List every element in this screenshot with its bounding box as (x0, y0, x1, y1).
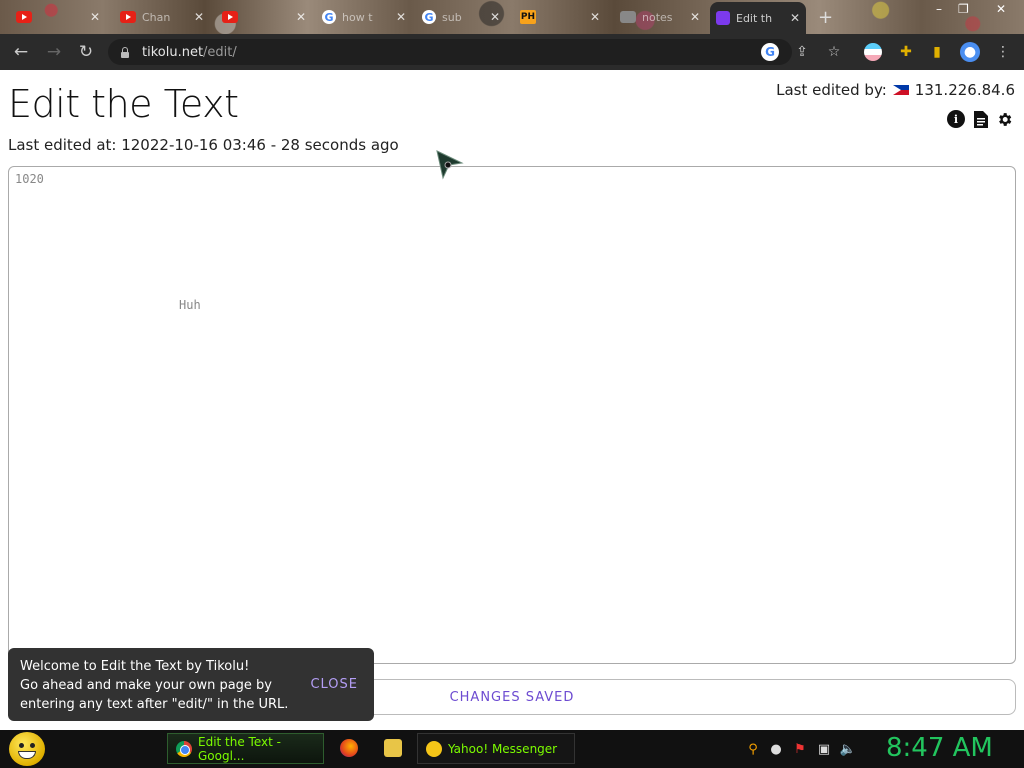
philippines-flag-icon (892, 85, 909, 95)
last-edited-at: Last edited at: 12022-10-16 03:46 - 28 s… (8, 136, 399, 154)
close-icon[interactable]: ✕ (690, 10, 700, 24)
tray-app-icon[interactable]: ● (768, 741, 784, 757)
reload-icon[interactable]: ↻ (76, 42, 96, 62)
url-host: tikolu.net (142, 44, 204, 60)
volume-icon[interactable]: 🔈 (840, 741, 856, 757)
tab-label: Chan (142, 10, 171, 24)
taskbar-item-label: Edit the Text - Googl... (198, 734, 281, 763)
puzzle-icon[interactable]: ✚ (897, 43, 915, 61)
taskbar: Edit the Text - Googl... Yahoo! Messenge… (0, 730, 1024, 768)
back-icon[interactable]: ← (11, 42, 31, 62)
info-icon[interactable]: i (947, 110, 965, 128)
start-button-smiley-icon[interactable] (9, 732, 45, 766)
close-icon[interactable]: ✕ (490, 10, 500, 24)
browser-toolbar: ← → ↻ tikolu.net/edit/ G ⇪ ☆ ✚ ▮ ● ⋮ (0, 34, 1024, 70)
google-lens-icon[interactable]: G (761, 43, 779, 61)
toast-close-button[interactable]: CLOSE (310, 675, 358, 694)
editor-line: 1020 (15, 172, 44, 186)
new-tab-icon[interactable]: + (818, 7, 833, 28)
close-icon[interactable]: ✕ (396, 10, 406, 24)
tab-google-1[interactable]: G how t ✕ (316, 4, 412, 30)
profile-avatar-icon[interactable]: ● (960, 42, 980, 62)
page-title: Edit the Text (8, 82, 239, 126)
editor-line: Huh (179, 298, 201, 312)
tab-youtube-2[interactable]: Chan ✕ (114, 4, 210, 30)
tab-notes[interactable]: notes ✕ (614, 4, 706, 30)
toast-line: Go ahead and make your own page by (20, 678, 272, 693)
tab-ph[interactable]: PH ✕ (514, 4, 606, 30)
close-icon[interactable]: ✕ (790, 11, 800, 25)
tab-youtube-3[interactable]: ✕ (216, 4, 312, 30)
toast-line: Welcome to Edit the Text by Tikolu! (20, 659, 250, 674)
minimize-icon[interactable]: – (936, 2, 942, 16)
folder-icon[interactable] (384, 739, 402, 757)
page-icon (620, 11, 636, 23)
ph-icon: PH (520, 10, 536, 24)
forward-icon[interactable]: → (44, 42, 64, 62)
close-icon[interactable]: ✕ (90, 10, 100, 24)
tab-label: how t (342, 10, 373, 24)
document-icon[interactable] (971, 110, 989, 128)
close-icon[interactable]: ✕ (590, 10, 600, 24)
firefox-icon[interactable] (340, 739, 358, 757)
taskbar-item-yahoo-messenger[interactable]: Yahoo! Messenger (417, 733, 575, 764)
window-close-icon[interactable]: ✕ (996, 2, 1006, 16)
taskbar-item-label: Yahoo! Messenger (448, 741, 558, 756)
url-path: /edit/ (203, 44, 237, 60)
google-icon: G (422, 10, 436, 24)
tab-label: notes (642, 10, 673, 24)
yahoo-smiley-icon (426, 740, 442, 757)
menu-kebab-icon[interactable]: ⋮ (994, 43, 1012, 61)
close-icon[interactable]: ✕ (194, 10, 204, 24)
youtube-icon (222, 11, 238, 23)
maximize-icon[interactable]: ❐ (958, 2, 969, 16)
address-bar[interactable]: tikolu.net/edit/ (108, 39, 792, 65)
page-content: Edit the Text Last edited at: 12022-10-1… (0, 70, 1024, 730)
welcome-toast: Welcome to Edit the Text by Tikolu! Go a… (8, 648, 374, 721)
tab-strip: ✕ Chan ✕ ✕ G how t ✕ G sub ✕ PH ✕ notes … (0, 0, 1024, 34)
page-actions: i (947, 110, 1013, 128)
last-edited-by-ip: 131.226.84.6 (914, 81, 1015, 99)
google-icon: G (322, 10, 336, 24)
edit-icon (716, 11, 730, 25)
bookmark-star-icon[interactable]: ☆ (825, 43, 843, 61)
tab-label: sub (442, 10, 462, 24)
network-icon[interactable]: ▣ (816, 741, 832, 757)
tab-youtube-1[interactable]: ✕ (10, 4, 106, 30)
tab-google-2[interactable]: G sub ✕ (416, 4, 506, 30)
sidepanel-icon[interactable]: ▮ (928, 43, 946, 61)
gear-icon[interactable] (995, 110, 1013, 128)
tab-edit-the-text[interactable]: Edit th ✕ (710, 2, 806, 34)
toast-message: Welcome to Edit the Text by Tikolu! Go a… (20, 657, 300, 714)
close-icon[interactable]: ✕ (296, 10, 306, 24)
mouse-cursor-icon (436, 150, 464, 180)
toast-line: entering any text after "edit/" in the U… (20, 697, 289, 712)
taskbar-clock[interactable]: 8:47 AM (886, 733, 993, 763)
action-center-flag-icon[interactable]: ⚑ (792, 741, 808, 757)
extension-icon[interactable] (864, 43, 882, 61)
search-icon[interactable]: ⚲ (745, 741, 761, 757)
last-edited-by-label: Last edited by: (776, 81, 887, 99)
chrome-icon (176, 740, 192, 757)
lock-icon[interactable] (120, 46, 130, 58)
share-icon[interactable]: ⇪ (793, 43, 811, 61)
tab-label: Edit th (736, 11, 773, 25)
youtube-icon (16, 11, 32, 23)
last-edited-by: Last edited by: 131.226.84.6 (776, 81, 1015, 99)
taskbar-item-chrome[interactable]: Edit the Text - Googl... (167, 733, 324, 764)
text-editor[interactable]: 1020 Huh (8, 166, 1016, 664)
youtube-icon (120, 11, 136, 23)
